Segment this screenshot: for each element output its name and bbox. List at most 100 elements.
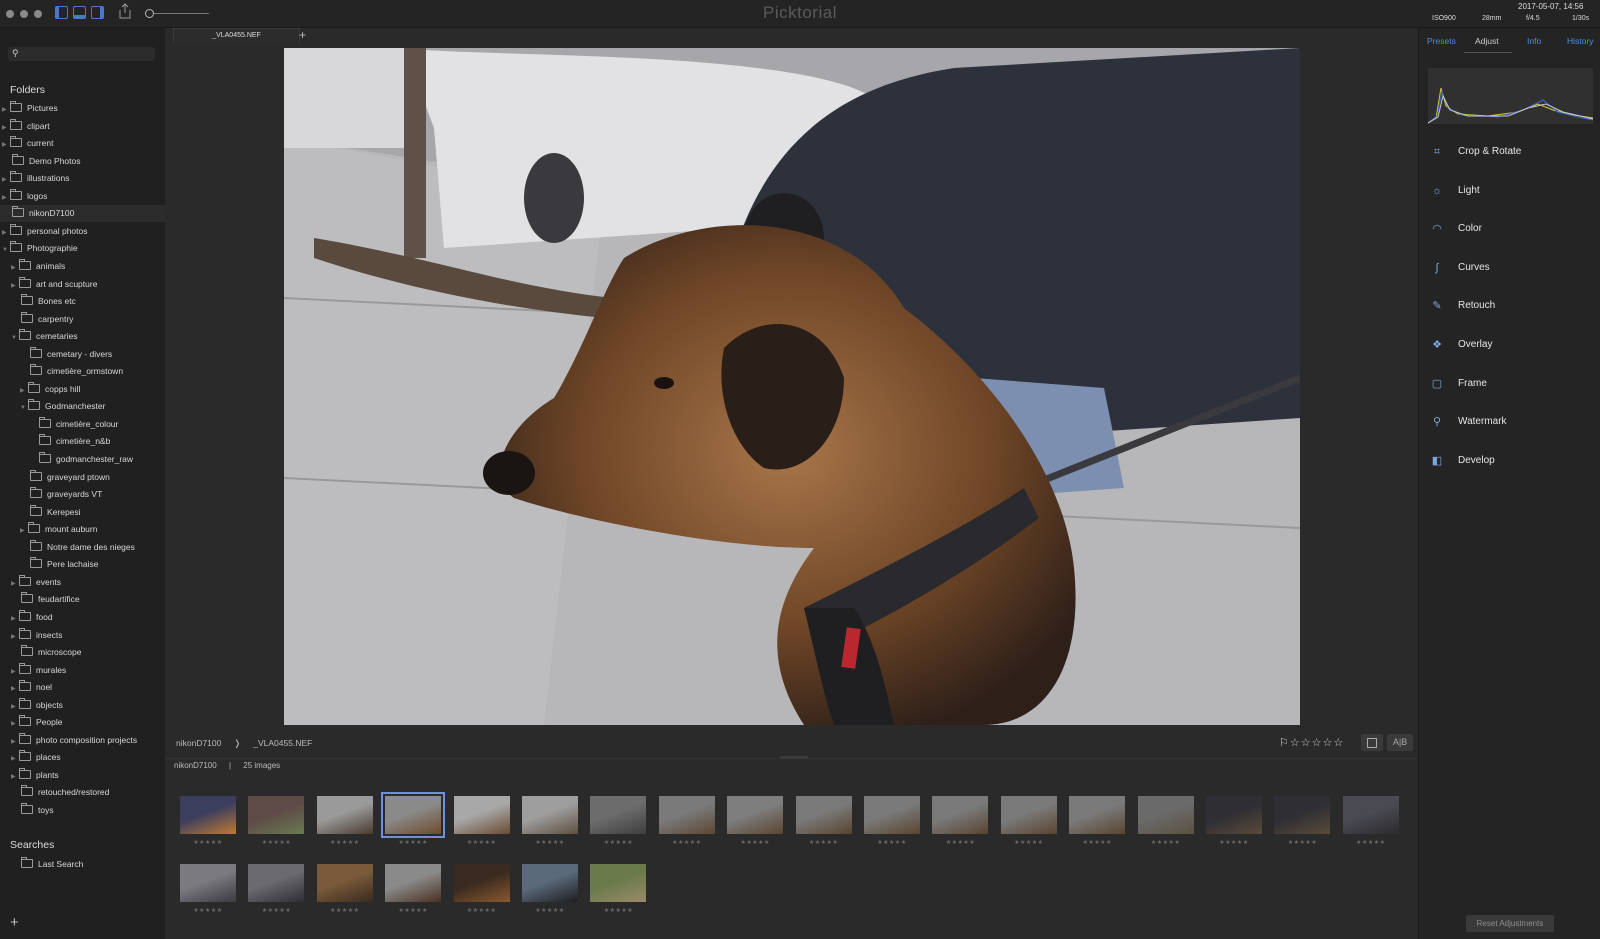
folder-item[interactable]: cimetière_colour	[0, 416, 165, 433]
search-input[interactable]: ⚲	[8, 47, 155, 61]
expand-triangle-icon[interactable]: ▶	[11, 629, 19, 646]
zoom-slider[interactable]	[149, 13, 209, 14]
layout-panel-icon[interactable]	[91, 6, 104, 19]
thumbnail-rating[interactable]: ★★★★★	[1206, 839, 1262, 846]
thumbnail-rating[interactable]: ★★★★★	[1001, 839, 1057, 846]
folder-item[interactable]: ▶ plants	[0, 767, 165, 784]
thumbnail[interactable]	[453, 796, 510, 834]
expand-triangle-icon[interactable]: ▶	[2, 172, 10, 189]
folder-item[interactable]: ▼ cemetaries	[0, 328, 165, 345]
thumbnail[interactable]	[248, 796, 305, 834]
thumbnail[interactable]	[316, 796, 373, 834]
folder-item[interactable]: ▼ Godmanchester	[0, 398, 165, 415]
expand-triangle-icon[interactable]: ▶	[2, 102, 10, 119]
folder-item[interactable]: ▶ murales	[0, 662, 165, 679]
expand-triangle-icon[interactable]: ▶	[11, 716, 19, 733]
saved-search-item[interactable]: Last Search	[0, 856, 165, 873]
expand-triangle-icon[interactable]: ▶	[11, 734, 19, 751]
expand-triangle-icon[interactable]: ▶	[11, 681, 19, 698]
expand-triangle-icon[interactable]: ▶	[11, 769, 19, 786]
rating-stars[interactable]: ☆☆☆☆☆	[1290, 737, 1344, 749]
folder-item[interactable]: carpentry	[0, 311, 165, 328]
thumbnail-rating[interactable]: ★★★★★	[1274, 839, 1330, 846]
thumbnail-rating[interactable]: ★★★★★	[590, 907, 646, 914]
close-window-button[interactable]	[6, 10, 14, 18]
thumbnail[interactable]	[1000, 796, 1057, 834]
thumbnail-rating[interactable]: ★★★★★	[248, 839, 304, 846]
thumbnail[interactable]	[932, 796, 989, 834]
breadcrumb-file[interactable]: _VLA0455.NEF	[253, 738, 312, 748]
folder-item[interactable]: ▶ People	[0, 714, 165, 731]
expand-triangle-icon[interactable]: ▶	[11, 664, 19, 681]
thumbnail-rating[interactable]: ★★★★★	[727, 839, 783, 846]
share-icon[interactable]	[118, 3, 132, 20]
thumbnail[interactable]	[795, 796, 852, 834]
folder-item[interactable]: ▶ objects	[0, 697, 165, 714]
thumbnail[interactable]	[180, 796, 236, 834]
folder-item[interactable]: cimetière_n&b	[0, 433, 165, 450]
folder-item[interactable]: godmanchester_raw	[0, 451, 165, 468]
folder-item[interactable]: ▶ copps hill	[0, 381, 165, 398]
collapse-triangle-icon[interactable]: ▼	[20, 400, 28, 417]
thumbnail[interactable]	[590, 796, 647, 834]
folder-item[interactable]: ▶ photo composition projects	[0, 732, 165, 749]
folder-item[interactable]: ▶ illustrations	[0, 170, 165, 187]
thumbnail[interactable]	[248, 864, 305, 902]
folder-item[interactable]: ▼ Photographie	[0, 240, 165, 257]
folder-item[interactable]: ▶ noel	[0, 679, 165, 696]
expand-triangle-icon[interactable]: ▶	[20, 383, 28, 400]
thumbnail[interactable]	[385, 864, 442, 902]
folder-item[interactable]: ▶ places	[0, 749, 165, 766]
folder-item[interactable]: ▶ animals	[0, 258, 165, 275]
add-tab-button[interactable]: +	[299, 28, 306, 42]
layout-filmstrip-icon[interactable]	[73, 6, 86, 19]
breadcrumb-folder[interactable]: nikonD7100	[176, 738, 221, 748]
thumbnail[interactable]	[522, 864, 578, 902]
folder-item[interactable]: ▶ current	[0, 135, 165, 152]
tab-history[interactable]: History	[1567, 36, 1593, 46]
thumbnail[interactable]	[727, 796, 784, 834]
folder-item[interactable]: graveyard ptown	[0, 469, 165, 486]
folder-item[interactable]: toys	[0, 802, 165, 819]
compare-button[interactable]	[1361, 734, 1383, 751]
thumbnail-rating[interactable]: ★★★★★	[1138, 839, 1194, 846]
thumbnail-rating[interactable]: ★★★★★	[522, 907, 578, 914]
thumbnail-rating[interactable]: ★★★★★	[659, 839, 715, 846]
folder-item[interactable]: ▶ art and scupture	[0, 276, 165, 293]
reset-adjustments-button[interactable]: Reset Adjustments	[1466, 915, 1554, 932]
folder-item[interactable]: retouched/restored	[0, 784, 165, 801]
thumbnail-rating[interactable]: ★★★★★	[1343, 839, 1399, 846]
tab-info[interactable]: Info	[1527, 36, 1541, 46]
thumbnail[interactable]	[453, 864, 510, 902]
resize-handle[interactable]	[780, 756, 808, 759]
thumbnail-rating[interactable]: ★★★★★	[1069, 839, 1125, 846]
thumbnail-rating[interactable]: ★★★★★	[317, 907, 373, 914]
folder-item[interactable]: Pere lachaise	[0, 556, 165, 573]
expand-triangle-icon[interactable]: ▶	[11, 611, 19, 628]
expand-triangle-icon[interactable]: ▶	[20, 523, 28, 540]
expand-triangle-icon[interactable]: ▶	[2, 137, 10, 154]
ab-view-button[interactable]: A|B	[1387, 734, 1413, 751]
expand-triangle-icon[interactable]: ▶	[11, 576, 19, 593]
thumbnail-rating[interactable]: ★★★★★	[796, 839, 852, 846]
thumbnail[interactable]	[658, 796, 715, 834]
main-photo-preview[interactable]	[284, 48, 1300, 725]
thumbnail-rating[interactable]: ★★★★★	[385, 839, 441, 846]
folder-item[interactable]: nikonD7100	[0, 205, 165, 223]
thumbnail[interactable]	[1137, 796, 1194, 834]
expand-triangle-icon[interactable]: ▶	[2, 190, 10, 207]
thumbnail-rating[interactable]: ★★★★★	[932, 839, 988, 846]
folder-item[interactable]: cimetière_ormstown	[0, 363, 165, 380]
expand-triangle-icon[interactable]: ▶	[11, 260, 19, 277]
thumbnail[interactable]	[381, 792, 446, 838]
thumbnail-rating[interactable]: ★★★★★	[864, 839, 920, 846]
thumbnail[interactable]	[590, 864, 647, 902]
flag-icon[interactable]: ⚐	[1279, 737, 1290, 749]
thumbnail-rating[interactable]: ★★★★★	[454, 839, 510, 846]
thumbnail[interactable]	[1069, 796, 1126, 834]
thumbnail-rating[interactable]: ★★★★★	[180, 839, 236, 846]
folder-item[interactable]: ▶ personal photos	[0, 223, 165, 240]
thumbnail[interactable]	[1206, 796, 1262, 834]
folder-item[interactable]: ▶ logos	[0, 188, 165, 205]
expand-triangle-icon[interactable]: ▶	[11, 278, 19, 295]
